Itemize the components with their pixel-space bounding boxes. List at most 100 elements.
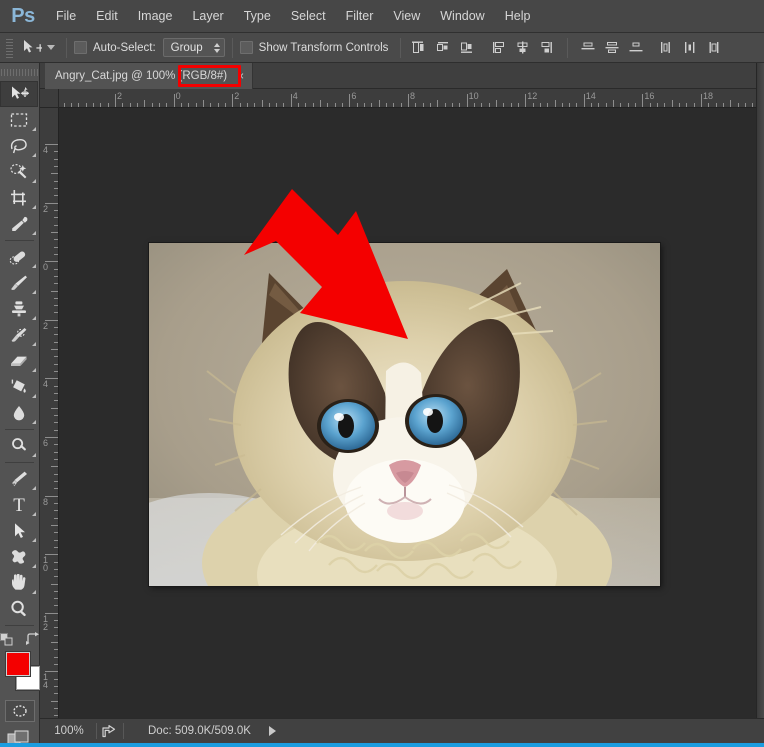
options-bar-grip[interactable] <box>4 36 14 59</box>
tool-flyout-triangle-icon[interactable] <box>32 153 36 157</box>
tool-flyout-triangle-icon[interactable] <box>32 342 36 346</box>
distribute-right-edges-button[interactable] <box>703 38 725 58</box>
tool-flyout-triangle-icon[interactable] <box>32 264 36 268</box>
tool-lasso[interactable] <box>0 133 38 159</box>
ruler-minor-tick <box>371 103 373 107</box>
ruler-minor-tick <box>569 103 571 107</box>
distribute-horizontal-centers-button[interactable] <box>679 38 701 58</box>
play-arrow-icon[interactable] <box>268 726 276 736</box>
ruler-major-tick <box>115 94 116 107</box>
tool-gradient[interactable] <box>0 374 38 400</box>
tool-zoom[interactable] <box>0 596 38 622</box>
align-right-edges-button[interactable] <box>456 38 478 58</box>
menu-type[interactable]: Type <box>234 0 281 33</box>
tool-spot-healing-brush[interactable] <box>0 244 38 270</box>
tool-flyout-triangle-icon[interactable] <box>32 231 36 235</box>
tool-quick-selection[interactable] <box>0 159 38 185</box>
distribute-right-edges-icon <box>709 42 719 53</box>
ruler-minor-tick <box>356 103 358 107</box>
tool-flyout-triangle-icon[interactable] <box>32 316 36 320</box>
tool-hand[interactable] <box>0 570 38 596</box>
auto-select-checkbox[interactable] <box>74 41 87 54</box>
tool-flyout-triangle-icon[interactable] <box>32 486 36 490</box>
ruler-minor-tick <box>54 341 58 343</box>
tool-flyout-triangle-icon[interactable] <box>32 564 36 568</box>
tool-brush[interactable] <box>0 270 38 296</box>
distribute-bottom-edges-button[interactable] <box>625 38 647 58</box>
tool-flyout-triangle-icon[interactable] <box>32 453 36 457</box>
tool-history-brush[interactable] <box>0 322 38 348</box>
tool-rectangular-marquee[interactable] <box>0 107 38 133</box>
tool-custom-shape[interactable] <box>0 544 38 570</box>
default-colors-icon[interactable] <box>0 632 14 646</box>
tool-flyout-triangle-icon[interactable] <box>32 127 36 131</box>
chevron-down-icon[interactable] <box>47 45 55 50</box>
horizontal-ruler[interactable]: 202468101214161820 <box>59 89 764 108</box>
distribute-top-edges-button[interactable] <box>577 38 599 58</box>
artboard-background[interactable] <box>59 108 764 718</box>
ruler-origin-corner[interactable] <box>40 89 59 108</box>
tool-eyedropper[interactable] <box>0 211 38 237</box>
menu-filter[interactable]: Filter <box>336 0 384 33</box>
align-horizontal-centers-button[interactable] <box>432 38 454 58</box>
tool-flyout-triangle-icon[interactable] <box>32 179 36 183</box>
distribute-vertical-centers-button[interactable] <box>601 38 623 58</box>
tool-flyout-triangle-icon[interactable] <box>32 538 36 542</box>
ruler-label-v: 0 <box>43 262 49 273</box>
align-vertical-centers-button[interactable] <box>512 38 534 58</box>
tool-dodge[interactable] <box>0 433 38 459</box>
close-icon[interactable]: × <box>237 70 244 82</box>
vertical-ruler[interactable]: 420246810121416 <box>40 108 59 718</box>
ruler-minor-tick <box>54 458 58 460</box>
menu-view[interactable]: View <box>383 0 430 33</box>
menu-layer[interactable]: Layer <box>182 0 233 33</box>
ruler-minor-tick <box>54 627 58 629</box>
tool-flyout-triangle-icon[interactable] <box>32 368 36 372</box>
tool-crop[interactable] <box>0 185 38 211</box>
menu-select[interactable]: Select <box>281 0 336 33</box>
tool-flyout-triangle-icon[interactable] <box>32 290 36 294</box>
distribute-left-edges-button[interactable] <box>655 38 677 58</box>
tool-flyout-triangle-icon[interactable] <box>32 512 36 516</box>
menu-image[interactable]: Image <box>128 0 183 33</box>
options-separator-1 <box>66 37 67 58</box>
swap-colors-icon[interactable] <box>25 632 40 646</box>
align-bottom-edges-button[interactable] <box>536 38 558 58</box>
tool-clone-stamp[interactable] <box>0 296 38 322</box>
ruler-minor-tick <box>71 103 73 107</box>
tool-blur[interactable] <box>0 400 38 426</box>
document-tab-angry-cat[interactable]: Angry_Cat.jpg @ 100% (RGB/8#) × <box>45 63 254 89</box>
menu-edit[interactable]: Edit <box>86 0 128 33</box>
tool-flyout-triangle-icon[interactable] <box>32 205 36 209</box>
tool-flyout-triangle-icon[interactable] <box>32 420 36 424</box>
ruler-minor-tick <box>334 103 336 107</box>
foreground-color-swatch[interactable] <box>5 652 30 676</box>
tool-move[interactable] <box>0 81 38 107</box>
zoom-level-field[interactable]: 100% <box>40 725 96 737</box>
dodge-icon <box>9 437 29 455</box>
menu-file[interactable]: File <box>46 0 86 33</box>
document-image-angry-cat[interactable] <box>149 243 660 586</box>
menu-help[interactable]: Help <box>495 0 541 33</box>
share-button[interactable] <box>97 724 123 738</box>
align-top-edges-button[interactable] <box>488 38 510 58</box>
tool-eraser[interactable] <box>0 348 38 374</box>
active-tool-preview-button[interactable] <box>18 39 59 57</box>
quick-mask-button[interactable] <box>4 700 35 722</box>
tool-flyout-triangle-icon[interactable] <box>32 394 36 398</box>
tool-pen[interactable] <box>0 466 38 492</box>
ruler-minor-tick <box>188 103 190 107</box>
show-transform-controls-checkbox[interactable] <box>239 41 253 54</box>
color-controls-row <box>0 629 39 649</box>
tool-flyout-triangle-icon[interactable] <box>32 590 36 594</box>
auto-select-scope-value: Group <box>170 41 203 54</box>
ruler-minor-tick <box>268 103 270 107</box>
tools-panel-grip[interactable] <box>0 65 39 79</box>
menu-window[interactable]: Window <box>430 0 494 33</box>
ruler-minor-tick <box>451 103 453 107</box>
align-left-edges-button[interactable] <box>408 38 430 58</box>
ruler-minor-tick <box>393 103 395 107</box>
tool-path-selection[interactable] <box>0 518 38 544</box>
auto-select-scope-select[interactable]: Group <box>162 38 225 57</box>
tool-type[interactable]: T <box>0 492 38 518</box>
